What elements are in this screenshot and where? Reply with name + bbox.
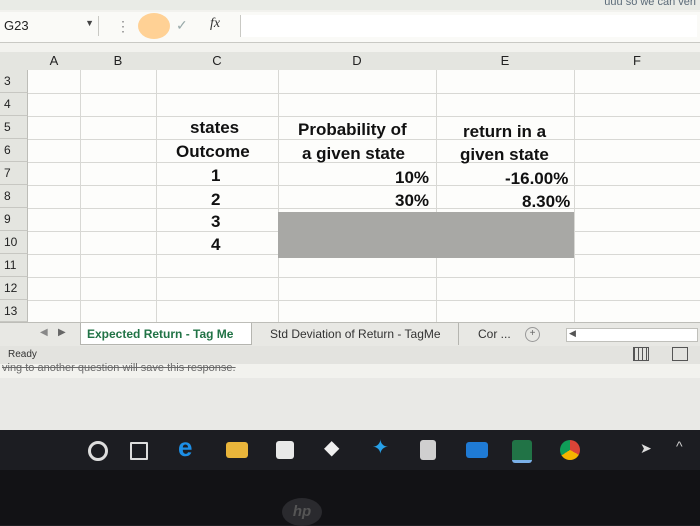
column-header-e[interactable]: E (436, 52, 575, 71)
cell-c10[interactable]: 4 (211, 235, 220, 255)
column-header-b[interactable]: B (80, 52, 157, 71)
cell-e6[interactable]: given state (460, 145, 549, 165)
normal-view-icon[interactable] (633, 347, 649, 361)
cell-d7[interactable]: 10% (395, 168, 429, 188)
app-icon[interactable]: ✦ (372, 435, 396, 459)
formula-input[interactable] (240, 15, 697, 37)
column-header-a[interactable]: A (28, 52, 81, 71)
column-header-c[interactable]: C (156, 52, 279, 71)
mail-icon[interactable] (466, 442, 488, 458)
chrome-icon[interactable] (560, 440, 580, 460)
cell-e8[interactable]: 8.30% (522, 192, 570, 212)
cell-grid[interactable] (28, 70, 700, 322)
grid-line (574, 70, 575, 322)
column-header-f[interactable]: F (574, 52, 700, 71)
grid-line (28, 300, 700, 301)
cell-e7[interactable]: -16.00% (505, 169, 568, 189)
grid-line (436, 70, 437, 322)
shaded-cell-range[interactable] (278, 212, 574, 258)
row-header-9[interactable]: 9 (0, 208, 28, 231)
cortana-icon[interactable] (88, 441, 108, 461)
file-explorer-icon[interactable] (226, 442, 248, 458)
cursor-icon: ➤ (640, 440, 652, 456)
grid-line (28, 185, 700, 186)
row-header-13[interactable]: 13 (0, 300, 28, 322)
select-all-corner[interactable] (0, 52, 29, 71)
tab-std-deviation[interactable]: Std Deviation of Return - TagMe (264, 323, 459, 345)
grid-line (28, 93, 700, 94)
grid-line (28, 116, 700, 117)
dropbox-icon[interactable]: ◆ (324, 435, 348, 459)
grid-line (80, 70, 81, 322)
add-sheet-icon[interactable]: + (525, 327, 540, 342)
cell-d6[interactable]: a given state (302, 144, 405, 164)
calculator-icon[interactable] (420, 440, 436, 460)
cell-c8[interactable]: 2 (211, 190, 220, 210)
row-header-6[interactable]: 6 (0, 139, 28, 162)
top-strip: uuu so we can veri (0, 0, 700, 10)
column-header-d[interactable]: D (278, 52, 437, 71)
row-header-10[interactable]: 10 (0, 231, 28, 254)
name-box[interactable]: G23 ▼ (0, 16, 99, 36)
grid-line (28, 208, 700, 209)
top-hint-text: uuu so we can veri (604, 0, 696, 8)
more-options-icon[interactable]: ⋮ (116, 18, 130, 35)
row-header-4[interactable]: 4 (0, 93, 28, 116)
excel-icon[interactable] (512, 440, 532, 463)
cell-d5[interactable]: Probability of (298, 120, 407, 140)
status-text: Ready (8, 349, 37, 360)
grid-line (156, 70, 157, 322)
tab-expected-return[interactable]: Expected Return - Tag Me (80, 323, 252, 345)
row-header-12[interactable]: 12 (0, 277, 28, 300)
row-header-5[interactable]: 5 (0, 116, 28, 139)
sheet-tab-bar: ◀ ▶ Expected Return - Tag Me Std Deviati… (0, 322, 700, 347)
confirm-check-icon[interactable]: ✓ (176, 17, 188, 34)
screen-glare (138, 13, 170, 39)
chevron-up-icon[interactable]: ^ (676, 438, 700, 462)
row-header-7[interactable]: 7 (0, 162, 28, 185)
cell-e5[interactable]: return in a (463, 122, 546, 142)
row-header-8[interactable]: 8 (0, 185, 28, 208)
grid-line (278, 70, 279, 322)
taskbar: e ◆ ✦ ➤ ^ (0, 430, 700, 470)
row-header-11[interactable]: 11 (0, 254, 28, 277)
message-line: ving to another question will save this … (0, 362, 700, 378)
message-text: ving to another question will save this … (2, 362, 236, 374)
edge-icon[interactable]: e (178, 432, 202, 462)
scroll-tabs-left-icon[interactable]: ◀ (40, 327, 48, 338)
row-header-3[interactable]: 3 (0, 70, 28, 93)
name-box-value: G23 (4, 18, 29, 33)
cell-c5[interactable]: states (190, 118, 239, 138)
page-layout-icon[interactable] (672, 347, 688, 361)
cell-c6[interactable]: Outcome (176, 142, 250, 162)
tab-correlation[interactable]: Cor ... (472, 323, 522, 345)
cell-c9[interactable]: 3 (211, 212, 220, 232)
hp-logo: hp (282, 498, 322, 526)
cell-c7[interactable]: 1 (211, 166, 220, 186)
formula-bar: G23 ▼ ⋮ ✓ fx (0, 12, 700, 43)
horizontal-scrollbar[interactable]: ◀ (566, 328, 698, 342)
scroll-left-icon[interactable]: ◀ (569, 328, 576, 339)
task-view-icon[interactable] (130, 442, 148, 460)
store-icon[interactable] (276, 441, 294, 459)
grid-line (28, 277, 700, 278)
chevron-down-icon[interactable]: ▼ (85, 18, 94, 28)
excel-window: uuu so we can veri G23 ▼ ⋮ ✓ fx A B C D … (0, 0, 700, 440)
cell-d8[interactable]: 30% (395, 191, 429, 211)
scroll-tabs-right-icon[interactable]: ▶ (58, 327, 66, 338)
laptop-bezel: hp (0, 470, 700, 526)
insert-function-button[interactable]: fx (210, 16, 220, 32)
